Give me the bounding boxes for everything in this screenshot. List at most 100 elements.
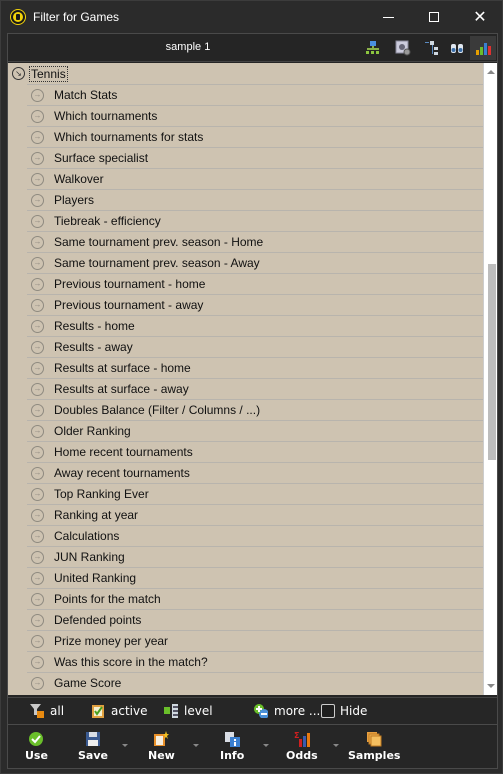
tree-item[interactable]: → Older Ranking (27, 420, 483, 441)
expand-arrow-icon[interactable]: → (31, 298, 44, 312)
tree-item[interactable]: → Previous tournament - away (27, 294, 483, 315)
tree-item[interactable]: → United Ranking (27, 567, 483, 588)
tree-item-label: Away recent tournaments (54, 466, 190, 480)
tree-item[interactable]: → Game Score (27, 672, 483, 693)
new-dropdown-arrow[interactable] (193, 744, 199, 747)
show-level-button[interactable]: level (164, 704, 213, 718)
expand-arrow-icon[interactable]: → (31, 571, 44, 585)
expand-arrow-icon[interactable]: → (31, 466, 44, 480)
tree-item[interactable]: → Doubles Balance (Filter / Columns / ...… (27, 399, 483, 420)
tree-item[interactable]: → Prize money per year (27, 630, 483, 651)
tree-item[interactable]: → Which tournaments for stats (27, 126, 483, 147)
scroll-down-button[interactable] (484, 679, 498, 693)
odds-button[interactable]: Σ Odds (286, 731, 318, 762)
tree-item-label: Which tournaments (54, 109, 158, 123)
tree-item[interactable]: → Same tournament prev. season - Away (27, 252, 483, 273)
funnel-icon (30, 704, 44, 718)
more-button[interactable]: more ... (254, 704, 320, 718)
expand-arrow-icon[interactable]: → (31, 445, 44, 459)
expand-arrow-icon[interactable]: → (31, 550, 44, 564)
tree-item[interactable]: → Defended points (27, 609, 483, 630)
expand-arrow-icon[interactable]: → (31, 277, 44, 291)
tree-item[interactable]: → Match Stats (27, 84, 483, 105)
expand-arrow-icon[interactable]: → (31, 88, 44, 102)
expand-arrow-icon[interactable]: → (31, 382, 44, 396)
tree-item[interactable]: → Points for the match (27, 588, 483, 609)
expand-arrow-icon[interactable]: → (31, 487, 44, 501)
tree-item[interactable]: → Calculations (27, 525, 483, 546)
close-button[interactable]: ✕ (457, 1, 503, 33)
expand-arrow-icon[interactable]: → (31, 172, 44, 186)
hide-toggle[interactable]: Hide (321, 704, 367, 718)
info-dropdown-arrow[interactable] (263, 744, 269, 747)
tree-item[interactable]: → Results - home (27, 315, 483, 336)
expand-arrow-icon[interactable]: → (31, 109, 44, 123)
tree-view-button[interactable] (420, 36, 444, 60)
settings-button[interactable] (391, 36, 415, 60)
tree-item[interactable]: → Ranking at year (27, 504, 483, 525)
expand-arrow-icon[interactable]: → (31, 151, 44, 165)
hierarchy-button[interactable] (361, 36, 385, 60)
expand-arrow-icon[interactable]: → (31, 655, 44, 669)
tree-item[interactable]: → Surface specialist (27, 147, 483, 168)
tree-item[interactable]: → Players (27, 189, 483, 210)
expand-arrow-icon[interactable]: → (31, 613, 44, 627)
odds-dropdown-arrow[interactable] (333, 744, 339, 747)
tree-item-label: Prize money per year (54, 634, 169, 648)
info-button[interactable]: Info (220, 731, 244, 762)
save-dropdown-arrow[interactable] (122, 744, 128, 747)
collapse-arrow-icon[interactable]: ↘ (12, 67, 25, 80)
expand-arrow-icon[interactable]: → (31, 529, 44, 543)
expand-arrow-icon[interactable]: → (31, 193, 44, 207)
expand-arrow-icon[interactable]: → (31, 235, 44, 249)
expand-arrow-icon[interactable]: → (31, 340, 44, 354)
tree-icon (425, 41, 438, 55)
expand-arrow-icon[interactable]: → (31, 214, 44, 228)
vertical-scrollbar[interactable] (483, 63, 497, 695)
expand-arrow-icon[interactable]: → (31, 424, 44, 438)
search-button[interactable] (445, 36, 469, 60)
tree-item-label: Results - home (54, 319, 135, 333)
tree-item-label: Calculations (54, 529, 120, 543)
new-button[interactable]: New (148, 731, 175, 762)
tree-item[interactable]: → JUN Ranking (27, 546, 483, 567)
expand-arrow-icon[interactable]: → (31, 634, 44, 648)
expand-arrow-icon[interactable]: → (31, 676, 44, 690)
tree-item[interactable]: → Results at surface - home (27, 357, 483, 378)
minimize-button[interactable] (365, 1, 411, 33)
save-button[interactable]: Save (78, 731, 108, 762)
tree-item[interactable]: → Away recent tournaments (27, 462, 483, 483)
tree-item[interactable]: → Home recent tournaments (27, 441, 483, 462)
scrollbar-thumb[interactable] (488, 264, 496, 460)
info-label: Info (220, 749, 245, 762)
odds-chart-icon: Σ (294, 731, 310, 747)
use-button[interactable]: Use (25, 731, 48, 762)
hide-checkbox[interactable] (321, 704, 335, 718)
maximize-button[interactable] (411, 1, 457, 33)
show-all-button[interactable]: all (30, 704, 64, 718)
statistics-button[interactable] (470, 36, 496, 60)
tree-item[interactable]: → Tiebreak - efficiency (27, 210, 483, 231)
show-active-button[interactable]: active (91, 704, 147, 718)
expand-arrow-icon[interactable]: → (31, 130, 44, 144)
expand-arrow-icon[interactable]: → (31, 361, 44, 375)
tree-item[interactable]: → Walkover (27, 168, 483, 189)
expand-arrow-icon[interactable]: → (31, 592, 44, 606)
expand-arrow-icon[interactable]: → (31, 256, 44, 270)
samples-button[interactable]: Samples (348, 731, 400, 762)
tree-item[interactable]: → Results at surface - away (27, 378, 483, 399)
tree-item[interactable]: → Previous tournament - home (27, 273, 483, 294)
checkmark-icon (29, 732, 44, 746)
tree-item-label: Top Ranking Ever (54, 487, 149, 501)
expand-arrow-icon[interactable]: → (31, 508, 44, 522)
tree-item[interactable]: → Top Ranking Ever (27, 483, 483, 504)
expand-arrow-icon[interactable]: → (31, 403, 44, 417)
tree-item-label: Players (54, 193, 95, 207)
tree-item[interactable]: → Same tournament prev. season - Home (27, 231, 483, 252)
expand-arrow-icon[interactable]: → (31, 319, 44, 333)
tree-item[interactable]: → Was this score in the match? (27, 651, 483, 672)
tree-item[interactable]: → Results - away (27, 336, 483, 357)
tree-root-tennis[interactable]: ↘ Tennis (8, 63, 483, 84)
tree-item[interactable]: → Which tournaments (27, 105, 483, 126)
scroll-up-button[interactable] (484, 65, 498, 79)
